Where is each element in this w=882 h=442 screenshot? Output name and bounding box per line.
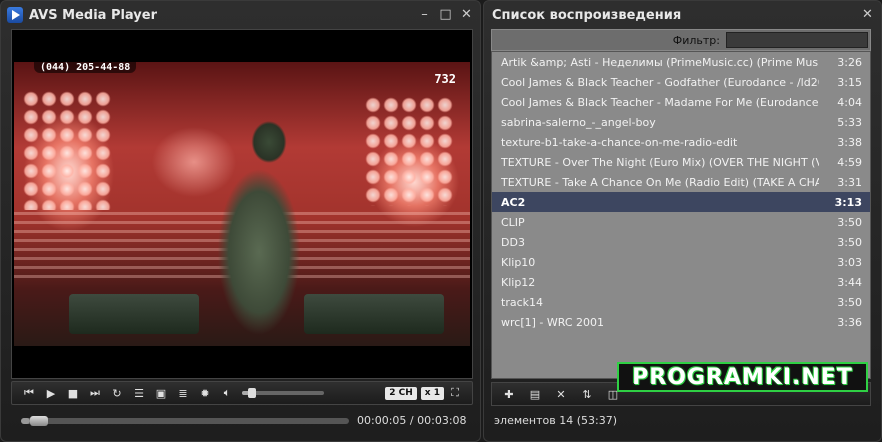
stage-lights-left [22,90,112,210]
playlist-row[interactable]: AC2 3:13 [492,192,870,212]
time-display: 00:00:05 / 00:03:08 [357,414,467,427]
playlist-row[interactable]: Artik &amp; Asti - Неделимы (PrimeMusic.… [492,52,870,72]
playlist-row[interactable]: Klip10 3:03 [492,252,870,272]
track-title: TEXTURE - Over The Night (Euro Mix) (OVE… [501,155,819,169]
turntable-right [304,294,444,334]
audio-channels-button[interactable]: 2 CH [385,386,417,400]
track-title: sabrina-salerno_-_angel-boy [501,115,656,129]
track-title: Cool James & Black Teacher - Madame For … [501,95,819,109]
maximize-icon[interactable]: □ [438,7,453,22]
track-title: texture-b1-take-a-chance-on-me-radio-edi… [501,135,738,149]
filter-bar: Фильтр: [491,29,871,51]
playlist-title: Список воспроизведения [492,7,682,23]
playlist-row[interactable]: sabrina-salerno_-_angel-boy 5:33 [492,112,870,132]
add-icon[interactable]: ✚ [496,384,522,404]
close-icon[interactable]: ✕ [860,7,875,22]
time-separator: / [409,414,414,427]
seek-bar[interactable] [21,416,349,426]
playlist-row[interactable]: texture-b1-take-a-chance-on-me-radio-edi… [492,132,870,152]
volume-slider[interactable] [242,388,324,398]
playlist-window: Список воспроизведения ✕ Фильтр: Artik &… [483,0,882,442]
next-icon[interactable]: ⏭ [84,383,106,403]
track-duration: 3:26 [837,55,862,69]
track-duration: 3:38 [837,135,862,149]
minimize-icon[interactable]: – [417,7,432,22]
track-title: Cool James & Black Teacher - Godfather (… [501,75,819,89]
seek-knob[interactable] [29,416,48,426]
track-title: CLIP [501,215,525,229]
playlist-row[interactable]: DD3 3:50 [492,232,870,252]
mute-icon[interactable]: 🔈︎ [216,383,238,403]
track-duration: 3:15 [837,75,862,89]
track-duration: 3:50 [837,235,862,249]
filter-input[interactable] [726,32,868,48]
open-folder-icon[interactable]: ▤ [522,384,548,404]
app-logo-icon [7,7,23,23]
snapshot-icon[interactable]: ▣ [150,383,172,403]
track-duration: 3:50 [837,215,862,229]
time-total: 00:03:08 [417,414,467,427]
info-icon[interactable]: ≣ [172,383,194,403]
prev-icon[interactable]: ⏮ [18,383,40,403]
settings-icon[interactable]: ✹ [194,383,216,403]
playlist-row[interactable]: CLIP 3:50 [492,212,870,232]
track-duration: 3:31 [837,175,862,189]
playlist-titlebar[interactable]: Список воспроизведения ✕ [484,1,881,29]
osd-channel-number: 732 [434,72,456,86]
playlist-row[interactable]: Cool James & Black Teacher - Godfather (… [492,72,870,92]
play-icon[interactable]: ▶ [40,383,62,403]
playlist-list: Artik &amp; Asti - Неделимы (PrimeMusic.… [491,51,871,379]
playlist-count: элементов 14 (53:37) [494,414,617,427]
playlist-row[interactable]: TEXTURE - Over The Night (Euro Mix) (OVE… [492,152,870,172]
playlist-row[interactable]: Klip12 3:44 [492,272,870,292]
playlist-row[interactable]: track14 3:50 [492,292,870,312]
track-duration: 5:33 [837,115,862,129]
track-duration: 3:36 [837,315,862,329]
remove-icon[interactable]: ✕ [548,384,574,404]
player-control-bar: ⏮ ▶ ■ ⏭ ↻ ☰ ▣ ≣ ✹ 🔈︎ 2 CH x 1 ⛶ [11,381,473,405]
track-duration: 3:03 [837,255,862,269]
track-title: TEXTURE - Take A Chance On Me (Radio Edi… [501,175,819,189]
track-duration: 4:04 [837,95,862,109]
video-area[interactable]: (044) 205-44-88 732 [11,29,473,379]
watermark-text: PROGRAMKI.NET [632,364,853,390]
sort-icon[interactable]: ⇅ [574,384,600,404]
track-title: wrc[1] - WRC 2001 [501,315,605,329]
player-title: AVS Media Player [29,7,158,23]
track-title: Artik &amp; Asti - Неделимы (PrimeMusic.… [501,55,819,69]
volume-knob[interactable] [247,388,256,398]
video-frame-image: (044) 205-44-88 732 [14,62,470,346]
track-duration: 3:13 [834,195,862,209]
dj-figure [199,112,319,342]
time-current: 00:00:05 [357,414,407,427]
turntable-left [69,294,199,334]
playlist-row[interactable]: TEXTURE - Take A Chance On Me (Radio Edi… [492,172,870,192]
track-title: Klip10 [501,255,536,269]
track-title: AC2 [501,195,526,209]
player-window: AVS Media Player – □ ✕ (044) 205-44-88 7… [0,0,481,442]
stage-lights-right [364,96,454,206]
stop-icon[interactable]: ■ [62,383,84,403]
filter-label: Фильтр: [672,33,720,47]
track-title: Klip12 [501,275,536,289]
close-icon[interactable]: ✕ [459,7,474,22]
playlist-row[interactable]: wrc[1] - WRC 2001 3:36 [492,312,870,332]
repeat-icon[interactable]: ↻ [106,383,128,403]
seek-fill [21,418,30,424]
track-duration: 3:50 [837,295,862,309]
track-duration: 4:59 [837,155,862,169]
track-title: track14 [501,295,543,309]
track-duration: 3:44 [837,275,862,289]
zoom-button[interactable]: x 1 [420,386,444,400]
player-titlebar[interactable]: AVS Media Player – □ ✕ [1,1,480,29]
watermark-logo: PROGRAMKI.NET [617,362,868,392]
osd-phone-number: (044) 205-44-88 [34,62,137,73]
fullscreen-icon[interactable]: ⛶ [444,383,466,403]
playlist-row[interactable]: Cool James & Black Teacher - Madame For … [492,92,870,112]
dvd-menu-icon[interactable]: ☰ [128,383,150,403]
track-title: DD3 [501,235,525,249]
